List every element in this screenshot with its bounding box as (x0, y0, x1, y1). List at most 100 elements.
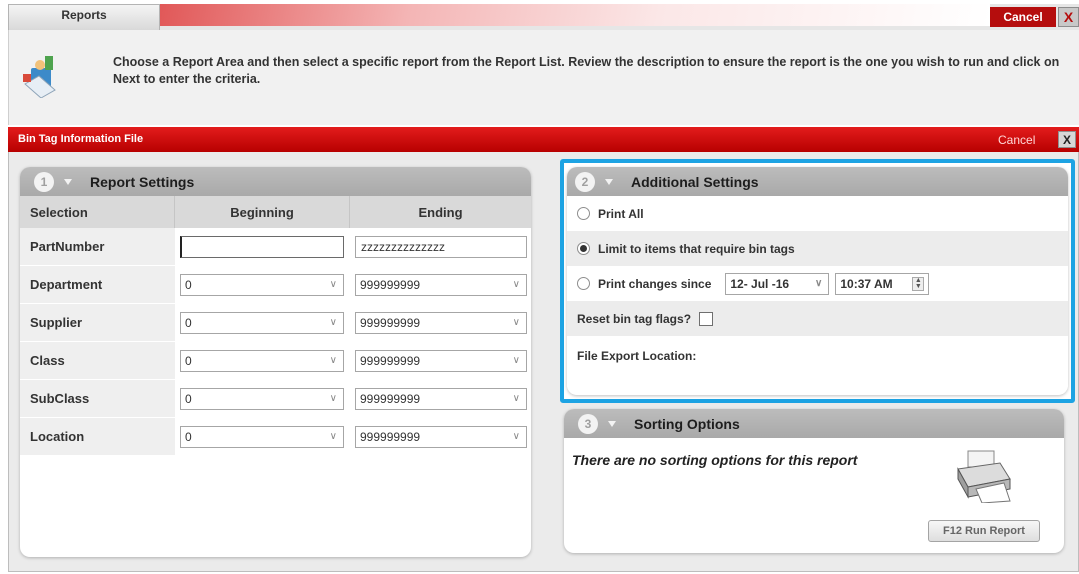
instructions-text: Choose a Report Area and then select a s… (113, 55, 1060, 86)
chevron-down-icon[interactable]: ∨ (815, 278, 822, 289)
partnumber-ending-input[interactable] (355, 235, 527, 258)
top-close-icon[interactable]: X (1058, 7, 1079, 27)
department-ending-select[interactable]: 999999999 ∨ (355, 273, 527, 296)
print-all-option[interactable]: Print All (567, 196, 1068, 231)
location-ending-select[interactable]: 999999999 ∨ (355, 425, 527, 448)
chevron-down-icon: ∨ (512, 430, 520, 442)
time-value: 10:37 AM (840, 276, 893, 291)
row-label: SubClass (20, 380, 175, 417)
select-value: 0 (185, 391, 192, 406)
table-row: SubClass 0 ∨ 999999999 ∨ (20, 380, 531, 418)
table-row: Class 0 ∨ 999999999 ∨ (20, 342, 531, 380)
chevron-down-icon: ∨ (329, 430, 337, 442)
window-close-glyph: X (1062, 132, 1071, 147)
limit-label: Limit to items that require bin tags (598, 241, 795, 256)
row-label: Location (20, 418, 175, 455)
top-ribbon (160, 4, 990, 26)
tab-reports-label: Reports (61, 7, 107, 22)
select-value: 999999999 (360, 391, 421, 406)
table-row: Location 0 ∨ 999999999 ∨ (20, 418, 531, 456)
select-value: 0 (185, 277, 192, 292)
chevron-down-icon: ∨ (512, 392, 520, 404)
supplier-beginning-select[interactable]: 0 ∨ (180, 311, 344, 334)
class-beginning-select[interactable]: 0 ∨ (180, 349, 344, 372)
additional-settings-panel: 2 Additional Settings Print All Limit to… (567, 167, 1068, 395)
subclass-beginning-select[interactable]: 0 ∨ (180, 387, 344, 410)
file-export-row: File Export Location: (567, 336, 1068, 394)
step-number: 2 (575, 171, 595, 192)
select-value: 999999999 (360, 277, 421, 292)
select-value: 0 (185, 429, 192, 444)
instructions-area: Choose a Report Area and then select a s… (8, 30, 1079, 125)
chevron-down-icon: ∨ (329, 278, 337, 290)
class-ending-select[interactable]: 999999999 ∨ (355, 349, 527, 372)
run-report-label: F12 Run Report (943, 525, 1025, 537)
no-sorting-message: There are no sorting options for this re… (572, 452, 858, 468)
chevron-down-icon: ∨ (512, 354, 520, 366)
select-value: 999999999 (360, 315, 421, 330)
row-label: Class (20, 342, 175, 379)
supplier-ending-select[interactable]: 999999999 ∨ (355, 311, 527, 334)
collapse-triangle-icon[interactable] (605, 178, 613, 185)
print-changes-label: Print changes since (598, 276, 712, 291)
reset-flags-label: Reset bin tag flags? (577, 311, 692, 326)
sorting-options-panel: 3 Sorting Options There are no sorting o… (564, 409, 1064, 553)
row-label: PartNumber (20, 228, 175, 265)
print-changes-radio[interactable] (577, 277, 590, 290)
window-title: Bin Tag Information File (18, 133, 144, 145)
select-value: 999999999 (360, 429, 421, 444)
window-cancel-button[interactable]: Cancel (998, 133, 1035, 147)
top-close-glyph: X (1063, 9, 1074, 25)
step-number: 3 (578, 413, 598, 434)
select-value: 999999999 (360, 353, 421, 368)
table-row: Supplier 0 ∨ 999999999 ∨ (20, 304, 531, 342)
panel-title: Sorting Options (634, 415, 740, 432)
chevron-down-icon: ∨ (329, 392, 337, 404)
chevron-down-icon: ∨ (329, 354, 337, 366)
print-changes-option[interactable]: Print changes since 12- Jul -16 ∨ 10:37 … (567, 266, 1068, 301)
report-wizard-icon (23, 56, 56, 98)
partnumber-beginning-input[interactable] (180, 235, 344, 258)
column-header-ending: Ending (418, 204, 463, 220)
limit-option[interactable]: Limit to items that require bin tags (567, 231, 1068, 266)
chevron-down-icon: ∨ (512, 278, 520, 290)
file-export-label: File Export Location: (577, 349, 697, 363)
report-settings-panel: 1 Report Settings Selection Beginning En… (20, 167, 531, 557)
report-settings-header[interactable]: 1 Report Settings (20, 167, 531, 196)
run-report-button[interactable]: F12 Run Report (928, 520, 1040, 542)
step-number: 1 (34, 171, 54, 192)
chevron-down-icon: ∨ (512, 316, 520, 328)
select-value: 0 (185, 353, 192, 368)
window-close-icon[interactable]: X (1058, 131, 1076, 148)
collapse-triangle-icon[interactable] (608, 420, 616, 427)
top-bar: Reports Cancel X (8, 4, 1079, 30)
time-spinner-icon[interactable]: ▲ ▼ (912, 276, 925, 291)
department-beginning-select[interactable]: 0 ∨ (180, 273, 344, 296)
chevron-down-icon: ∨ (329, 316, 337, 328)
sorting-options-header[interactable]: 3 Sorting Options (564, 409, 1064, 438)
grid-header: Selection Beginning Ending (20, 196, 531, 228)
table-row: PartNumber (20, 228, 531, 266)
printer-icon[interactable] (952, 449, 1016, 503)
limit-radio[interactable] (577, 242, 590, 255)
row-label: Supplier (20, 304, 175, 341)
tab-reports[interactable]: Reports (8, 4, 160, 30)
changes-time-input[interactable]: 10:37 AM ▲ ▼ (835, 272, 930, 295)
select-value: 0 (185, 315, 192, 330)
additional-settings-highlight: 2 Additional Settings Print All Limit to… (560, 159, 1075, 403)
table-row: Department 0 ∨ 999999999 ∨ (20, 266, 531, 304)
location-beginning-select[interactable]: 0 ∨ (180, 425, 344, 448)
print-all-radio[interactable] (577, 207, 590, 220)
window-title-bar: Bin Tag Information File Cancel X (8, 127, 1079, 152)
reset-flags-checkbox[interactable] (699, 311, 714, 326)
top-cancel-button[interactable]: Cancel (990, 7, 1056, 27)
panel-title: Additional Settings (631, 173, 759, 190)
changes-date-picker[interactable]: 12- Jul -16 ∨ (725, 272, 830, 295)
column-header-selection: Selection (20, 196, 175, 228)
subclass-ending-select[interactable]: 999999999 ∨ (355, 387, 527, 410)
top-cancel-label: Cancel (1003, 10, 1043, 24)
collapse-triangle-icon[interactable] (64, 178, 72, 185)
print-all-label: Print All (598, 206, 644, 221)
additional-settings-header[interactable]: 2 Additional Settings (567, 167, 1068, 196)
date-value: 12- Jul -16 (730, 276, 790, 291)
